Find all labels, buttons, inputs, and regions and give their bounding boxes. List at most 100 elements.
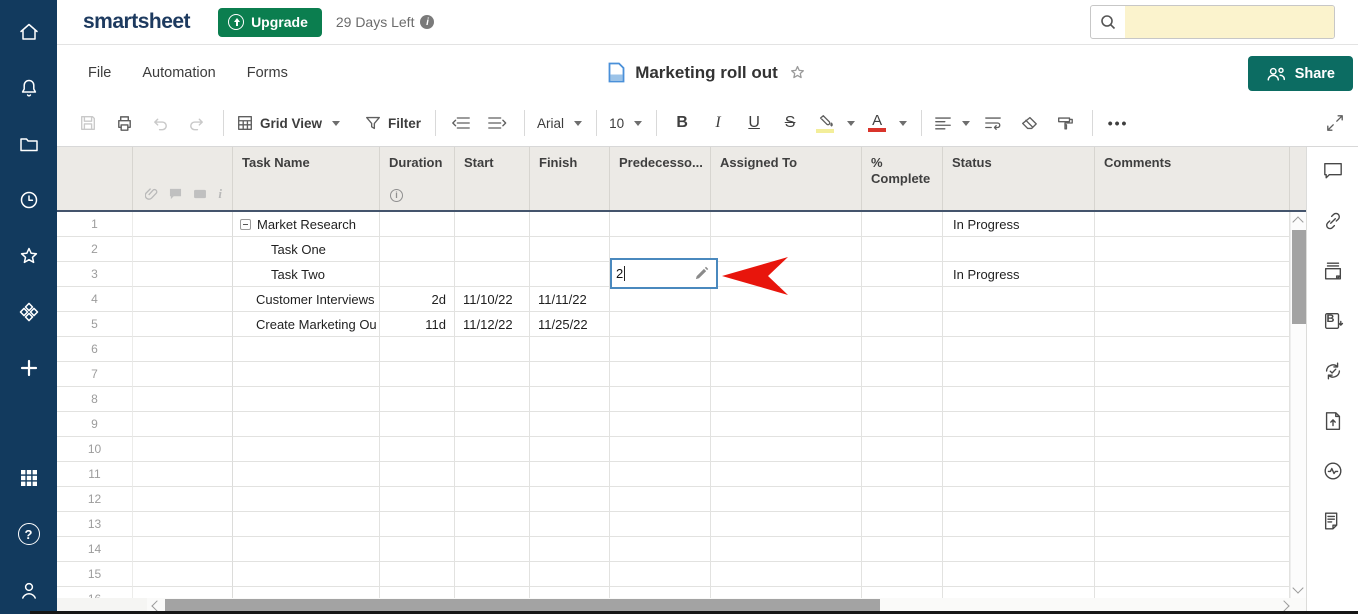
- row-number[interactable]: 9: [57, 412, 133, 437]
- comments-cell[interactable]: [1095, 462, 1290, 487]
- assigned-cell[interactable]: [711, 337, 862, 362]
- start-cell[interactable]: [455, 462, 530, 487]
- app-launcher-grid-icon[interactable]: [15, 464, 43, 492]
- column-header-percent-complete[interactable]: % Complete: [862, 147, 943, 210]
- clear-format-button[interactable]: [1016, 108, 1042, 138]
- row-number[interactable]: 14: [57, 537, 133, 562]
- comments-cell[interactable]: [1095, 387, 1290, 412]
- task-cell[interactable]: [233, 362, 380, 387]
- redo-button[interactable]: [183, 108, 209, 138]
- update-requests-icon[interactable]: [1321, 359, 1345, 383]
- task-cell[interactable]: Create Marketing Ou: [233, 312, 380, 337]
- row-number[interactable]: 12: [57, 487, 133, 512]
- status-cell[interactable]: [943, 312, 1095, 337]
- assigned-cell[interactable]: [711, 362, 862, 387]
- task-cell[interactable]: [233, 537, 380, 562]
- status-cell[interactable]: [943, 337, 1095, 362]
- status-cell[interactable]: In Progress: [943, 212, 1095, 237]
- row-number[interactable]: 2: [57, 237, 133, 262]
- assigned-cell[interactable]: [711, 537, 862, 562]
- trial-info-icon[interactable]: i: [420, 15, 435, 29]
- gutter-cell[interactable]: [133, 437, 233, 462]
- gutter-header[interactable]: i: [133, 147, 233, 210]
- duration-cell[interactable]: [380, 462, 455, 487]
- duration-cell[interactable]: [380, 362, 455, 387]
- predecessors-cell[interactable]: [610, 212, 711, 237]
- percent-cell[interactable]: [862, 287, 943, 312]
- status-cell[interactable]: [943, 412, 1095, 437]
- percent-cell[interactable]: [862, 237, 943, 262]
- share-button[interactable]: Share: [1247, 56, 1353, 91]
- row-number[interactable]: 11: [57, 462, 133, 487]
- filter-button[interactable]: Filter: [364, 108, 421, 138]
- comments-cell[interactable]: [1095, 437, 1290, 462]
- predecessors-cell[interactable]: [610, 487, 711, 512]
- cell-editor[interactable]: 2: [610, 258, 718, 289]
- predecessors-cell[interactable]: [610, 587, 711, 598]
- assigned-cell[interactable]: [711, 587, 862, 598]
- start-cell[interactable]: [455, 562, 530, 587]
- proofs-icon[interactable]: [1321, 259, 1345, 283]
- activity-log-icon[interactable]: [1321, 459, 1345, 483]
- start-cell[interactable]: [455, 512, 530, 537]
- task-cell[interactable]: [233, 412, 380, 437]
- status-cell[interactable]: [943, 437, 1095, 462]
- upgrade-button[interactable]: Upgrade: [218, 7, 322, 37]
- percent-cell[interactable]: [862, 312, 943, 337]
- finish-cell[interactable]: [530, 462, 610, 487]
- recents-clock-icon[interactable]: [15, 186, 43, 214]
- gutter-cell[interactable]: [133, 487, 233, 512]
- finish-cell[interactable]: [530, 537, 610, 562]
- notifications-bell-icon[interactable]: [15, 74, 43, 102]
- menu-automation[interactable]: Automation: [142, 65, 215, 81]
- favorites-star-icon[interactable]: [15, 242, 43, 270]
- percent-cell[interactable]: [862, 262, 943, 287]
- publish-icon[interactable]: [1321, 409, 1345, 433]
- outdent-button[interactable]: [448, 108, 474, 138]
- finish-cell[interactable]: [530, 412, 610, 437]
- comments-cell[interactable]: [1095, 237, 1290, 262]
- duration-cell[interactable]: [380, 412, 455, 437]
- finish-cell[interactable]: [530, 212, 610, 237]
- create-plus-icon[interactable]: [15, 354, 43, 382]
- duration-cell[interactable]: [380, 237, 455, 262]
- predecessors-cell[interactable]: [610, 387, 711, 412]
- wrap-text-button[interactable]: [980, 108, 1006, 138]
- task-cell[interactable]: Customer Interviews: [233, 287, 380, 312]
- gutter-cell[interactable]: [133, 587, 233, 598]
- gutter-cell[interactable]: [133, 287, 233, 312]
- row-number[interactable]: 4: [57, 287, 133, 312]
- gutter-cell[interactable]: [133, 312, 233, 337]
- status-cell[interactable]: [943, 237, 1095, 262]
- status-cell[interactable]: [943, 562, 1095, 587]
- comments-cell[interactable]: [1095, 587, 1290, 598]
- status-cell[interactable]: [943, 387, 1095, 412]
- undo-button[interactable]: [147, 108, 173, 138]
- gutter-cell[interactable]: [133, 462, 233, 487]
- percent-cell[interactable]: [862, 212, 943, 237]
- duration-cell[interactable]: 11d: [380, 312, 455, 337]
- percent-cell[interactable]: [862, 412, 943, 437]
- browse-folder-icon[interactable]: [15, 130, 43, 158]
- vertical-scrollbar[interactable]: [1290, 212, 1306, 598]
- sheet-summary-icon[interactable]: [1321, 509, 1345, 533]
- row-number[interactable]: 13: [57, 512, 133, 537]
- finish-cell[interactable]: 11/11/22: [530, 287, 610, 312]
- align-button[interactable]: [934, 108, 971, 138]
- task-cell[interactable]: [233, 387, 380, 412]
- assigned-cell[interactable]: [711, 462, 862, 487]
- start-cell[interactable]: [455, 587, 530, 598]
- vertical-scroll-thumb[interactable]: [1292, 230, 1306, 324]
- help-icon[interactable]: ?: [15, 520, 43, 548]
- menu-file[interactable]: File: [88, 65, 111, 81]
- status-cell[interactable]: In Progress: [943, 262, 1095, 287]
- task-cell[interactable]: Market Research: [233, 212, 380, 237]
- column-header-task-name[interactable]: Task Name: [233, 147, 380, 210]
- finish-cell[interactable]: [530, 387, 610, 412]
- predecessors-cell[interactable]: [610, 362, 711, 387]
- menu-forms[interactable]: Forms: [247, 65, 288, 81]
- brandfolder-icon[interactable]: B: [1321, 309, 1345, 333]
- row-number[interactable]: 8: [57, 387, 133, 412]
- account-person-icon[interactable]: [15, 576, 43, 604]
- percent-cell[interactable]: [862, 512, 943, 537]
